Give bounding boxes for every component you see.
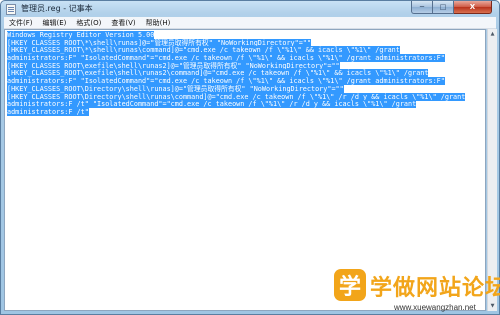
caption-buttons: ─ □ X <box>411 1 492 15</box>
menu-format[interactable]: 格式(O) <box>71 17 106 29</box>
menu-view[interactable]: 查看(V) <box>106 17 140 29</box>
menu-edit[interactable]: 编辑(E) <box>38 17 72 29</box>
scroll-up-button[interactable]: ▲ <box>488 29 497 39</box>
maximize-button[interactable]: □ <box>433 1 454 14</box>
minimize-icon: ─ <box>419 3 425 11</box>
title-bar[interactable]: 管理员.reg - 记事本 ─ □ X <box>1 1 499 17</box>
watermark-name: 学做网站论坛 <box>370 276 500 301</box>
watermark-logo: 学 <box>334 269 366 301</box>
text-line: administrators:F /t" <box>7 107 89 116</box>
menu-file[interactable]: 文件(F) <box>4 17 38 29</box>
window-title: 管理员.reg - 记事本 <box>21 4 93 13</box>
minimize-button[interactable]: ─ <box>411 1 433 14</box>
close-icon: X <box>469 3 476 11</box>
menu-bar: 文件(F) 编辑(E) 格式(O) 查看(V) 帮助(H) <box>4 17 496 29</box>
maximize-icon: □ <box>439 3 447 11</box>
site-watermark: 学 学做网站论坛 www.xuewangzhan.net <box>334 269 500 313</box>
notepad-window: 管理员.reg - 记事本 ─ □ X 文件(F) 编辑(E) 格式(O) 查看… <box>0 0 500 315</box>
watermark-url: www.xuewangzhan.net <box>394 303 476 312</box>
menu-help[interactable]: 帮助(H) <box>141 17 176 29</box>
close-button[interactable]: X <box>454 1 492 14</box>
notepad-icon[interactable] <box>6 4 16 15</box>
editor-content: Windows Registry Editor Version 5.00 [HK… <box>7 31 466 117</box>
arrow-up-icon: ▲ <box>490 31 495 37</box>
